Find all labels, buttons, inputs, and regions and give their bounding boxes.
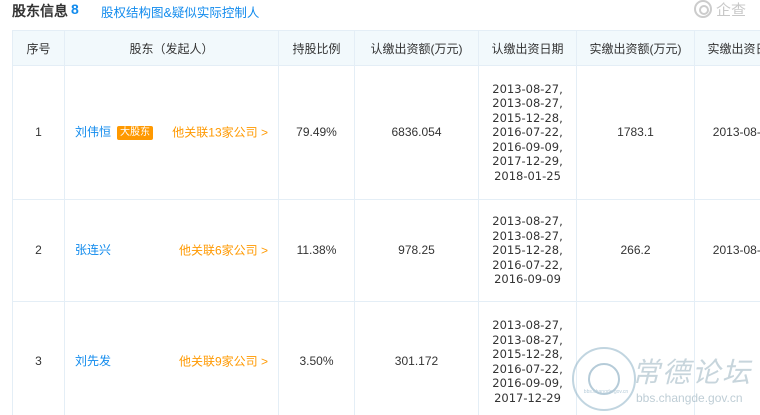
subscribed-dates: 2013-08-27, 2013-08-27, 2015-12-28, 2016… — [478, 301, 577, 415]
major-shareholder-badge: 大股东 — [117, 126, 154, 140]
table-header-row: 序号 股东（发起人） 持股比例 认缴出资额(万元) 认缴出资日期 实缴出资额(万… — [12, 30, 760, 66]
col-header-paid: 实缴出资额(万元) — [576, 30, 695, 66]
forum-logo-text: bbs.changde.gov.cn — [583, 389, 629, 395]
related-companies-link[interactable]: 他关联9家公司 > — [179, 354, 268, 369]
related-companies-link[interactable]: 他关联13家公司 > — [172, 125, 268, 140]
shareholder-cell: 张连兴 他关联6家公司 > — [64, 199, 279, 302]
col-header-ratio: 持股比例 — [278, 30, 355, 66]
related-companies-link[interactable]: 他关联6家公司 > — [179, 243, 268, 258]
subscribed-amount: 301.172 — [354, 301, 479, 415]
shareholder-cell: 刘先发 他关联9家公司 > — [64, 301, 279, 415]
shareholder-name-link[interactable]: 刘伟恒 — [75, 125, 111, 139]
col-header-subscribed: 认缴出资额(万元) — [354, 30, 479, 66]
date-line: 2017-12-29, — [492, 154, 563, 169]
row-index: 3 — [12, 301, 65, 415]
subscribed-dates: 2013-08-27, 2013-08-27, 2015-12-28, 2016… — [478, 65, 577, 200]
date-line: 2016-09-09, — [492, 376, 563, 390]
col-header-paid-date: 实缴出资日期 — [694, 30, 760, 66]
qichacha-icon — [694, 0, 712, 18]
paid-amount: 266.2 — [576, 199, 695, 302]
table-row: 2 张连兴 他关联6家公司 > 11.38% 978.25 2013-08-27… — [12, 199, 760, 302]
col-header-index: 序号 — [12, 30, 65, 66]
date-line: 2013-08-27, — [492, 96, 563, 111]
shareholding-ratio: 79.49% — [278, 65, 355, 200]
section-header: 股东信息 8 股权结构图&疑似实际控制人 企查 — [0, 0, 760, 32]
brand-text: 企查 — [716, 1, 747, 19]
table-row: 1 刘伟恒 大股东 他关联13家公司 > 79.49% 6836.054 2013… — [12, 65, 760, 200]
col-header-sub-date: 认缴出资日期 — [478, 30, 577, 66]
shareholder-cell: 刘伟恒 大股东 他关联13家公司 > — [64, 65, 279, 200]
paid-amount: 1783.1 — [576, 65, 695, 200]
date-line: 2015-12-28, — [492, 110, 563, 125]
date-line: 2015-12-28, — [492, 347, 563, 361]
date-line: 2018-01-25 — [494, 168, 561, 183]
forum-watermark-title: 常德论坛 — [632, 356, 753, 389]
date-line: 2016-09-09 — [494, 272, 561, 287]
date-line: 2013-08-27, — [492, 81, 563, 96]
shareholder-name-link[interactable]: 刘先发 — [75, 354, 111, 368]
date-line: 2015-12-28, — [492, 243, 563, 258]
date-line: 2016-07-22, — [492, 257, 563, 272]
subscribed-dates: 2013-08-27, 2013-08-27, 2015-12-28, 2016… — [478, 199, 577, 302]
date-line: 2016-07-22, — [492, 125, 563, 140]
date-line: 2013-08-27, — [492, 214, 563, 229]
date-line: 2013-08-27, — [492, 228, 563, 243]
subscribed-amount: 6836.054 — [354, 65, 479, 200]
col-header-shareholder: 股东（发起人） — [64, 30, 279, 66]
equity-structure-link[interactable]: 股权结构图&疑似实际控制人 — [101, 2, 259, 21]
paid-date: 2013-08-28 — [694, 65, 760, 200]
date-line: 2017-12-29 — [494, 390, 561, 405]
shareholder-count: 8 — [71, 1, 79, 17]
subscribed-amount: 978.25 — [354, 199, 479, 302]
date-line: 2016-09-09, — [492, 139, 563, 154]
date-line: 2013-08-27, — [492, 332, 563, 347]
shareholder-name-link[interactable]: 张连兴 — [75, 243, 111, 257]
forum-watermark-url: bbs.changde.gov.cn — [636, 391, 743, 405]
section-title: 股东信息 — [12, 3, 68, 19]
forum-watermark: bbs.changde.gov.cn 常德论坛 bbs.changde.gov.… — [566, 345, 760, 415]
shareholding-ratio: 3.50% — [278, 301, 355, 415]
paid-date: 2013-08-28 — [694, 199, 760, 302]
row-index: 2 — [12, 199, 65, 302]
brand-logo: 企查 — [694, 0, 746, 20]
row-index: 1 — [12, 65, 65, 200]
date-line: 2016-07-22, — [492, 361, 563, 376]
forum-logo-icon: bbs.changde.gov.cn — [572, 347, 636, 411]
shareholding-ratio: 11.38% — [278, 199, 355, 302]
date-line: 2013-08-27, — [492, 318, 563, 332]
